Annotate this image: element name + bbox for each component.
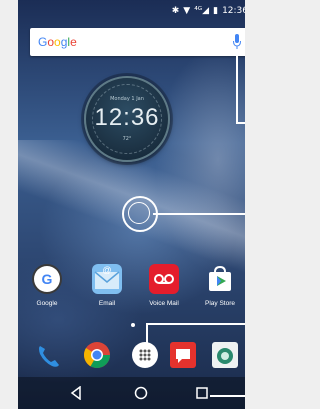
google-logo: Google	[38, 35, 77, 49]
callout-line-nav	[210, 395, 245, 397]
home-screen-highlight-inner	[128, 202, 150, 224]
messages-icon	[170, 342, 196, 368]
mic-icon[interactable]	[232, 33, 242, 51]
home-icon[interactable]	[134, 386, 148, 400]
app-drawer-icon	[132, 342, 158, 368]
clock-weather: 72°	[122, 136, 132, 142]
voicemail-icon	[149, 264, 179, 294]
app-label: Voice Mail	[149, 300, 179, 307]
bluetooth-icon: ✱	[171, 6, 180, 16]
wifi-icon: ▼	[183, 6, 191, 16]
app-email[interactable]: @ Email	[84, 264, 130, 307]
email-icon: @	[92, 264, 122, 294]
status-bar: ✱ ▼ ⁴ᴳ◢ ▮ 12:36	[18, 0, 245, 22]
dock-chrome[interactable]	[82, 340, 112, 370]
phone-screen: ✱ ▼ ⁴ᴳ◢ ▮ 12:36 Google Monday 1 Jan 12:3…	[18, 0, 245, 409]
callout-line-home	[153, 213, 245, 215]
clock-date: Monday 1 Jan	[110, 96, 144, 102]
camera-icon	[212, 342, 238, 368]
battery-icon: ▮	[213, 6, 219, 16]
app-label: Play Store	[205, 300, 235, 307]
app-google[interactable]: G Google	[24, 264, 70, 307]
navigation-bar	[18, 377, 245, 409]
dock-app-drawer[interactable]	[130, 340, 160, 370]
svg-text:@: @	[102, 265, 111, 275]
app-label: Google	[36, 300, 58, 307]
screenshot: ✱ ▼ ⁴ᴳ◢ ▮ 12:36 Google Monday 1 Jan 12:3…	[0, 0, 245, 409]
dock-phone[interactable]	[34, 340, 64, 370]
callout-line-apps-v	[146, 323, 148, 343]
status-time: 12:36	[222, 6, 245, 16]
dock-messages[interactable]	[168, 340, 198, 370]
app-play-store[interactable]: Play Store	[197, 264, 243, 307]
chrome-icon	[83, 342, 110, 368]
page-indicator	[131, 323, 135, 327]
google-icon: G	[32, 264, 62, 294]
svg-text:G: G	[42, 271, 53, 287]
dock-camera[interactable]	[210, 340, 240, 370]
google-search-bar[interactable]: Google	[30, 28, 245, 56]
signal-4g-icon: ⁴ᴳ◢	[194, 6, 210, 16]
clock-widget[interactable]: Monday 1 Jan 12:36 72°	[84, 76, 170, 162]
app-label: Email	[98, 300, 116, 307]
callout-line-apps	[146, 323, 245, 325]
callout-line-search-h	[236, 122, 245, 124]
back-icon[interactable]	[70, 386, 82, 400]
phone-icon	[39, 346, 59, 367]
play-store-icon	[205, 264, 235, 294]
clock-time: 12:36	[94, 104, 160, 131]
recents-icon[interactable]	[196, 387, 208, 399]
app-voice-mail[interactable]: Voice Mail	[141, 264, 187, 307]
callout-line-search	[236, 52, 238, 124]
